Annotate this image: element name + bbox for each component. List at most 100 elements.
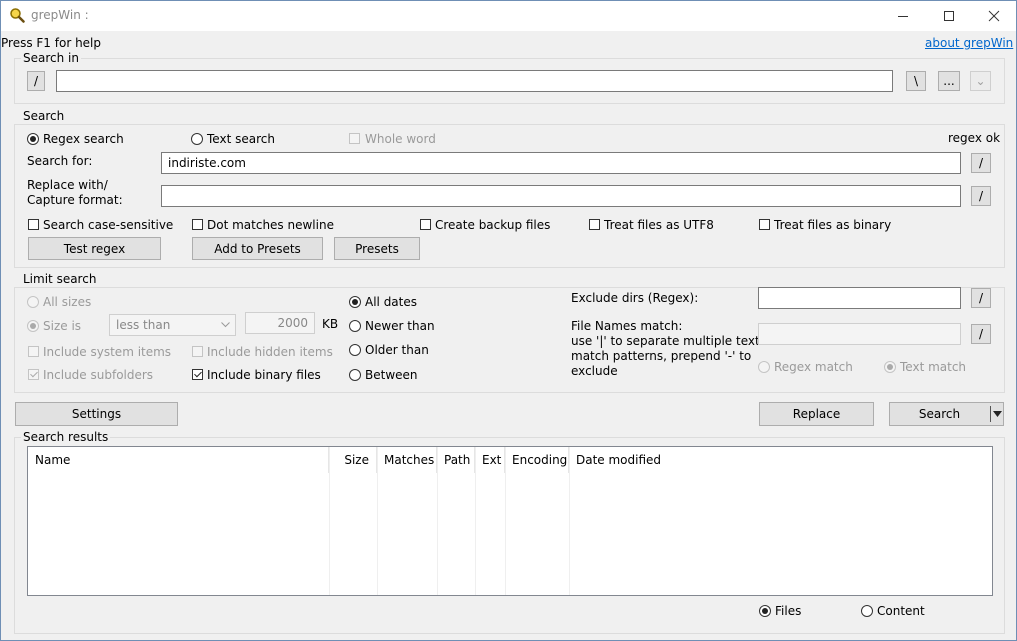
- older-than-radio[interactable]: [349, 344, 361, 356]
- column-header-encoding[interactable]: Encoding: [505, 447, 569, 473]
- exclude-dirs-slash-button[interactable]: /: [971, 288, 991, 308]
- results-list[interactable]: Name Size Matches Path Ext Encoding Date…: [27, 446, 993, 596]
- binary-files-label: Include binary files: [207, 368, 321, 382]
- binary-label: Treat files as binary: [774, 218, 892, 232]
- limit-search-label: Limit search: [21, 272, 99, 286]
- presets-button[interactable]: Presets: [334, 237, 420, 260]
- whole-word-checkbox[interactable]: [349, 133, 360, 144]
- split-divider: [990, 406, 991, 422]
- column-divider: [505, 447, 506, 595]
- path-history-button[interactable]: ⌄: [970, 71, 991, 91]
- file-names-label-line3: match patterns, prepend '-' to: [571, 349, 752, 363]
- window-title: grepWin :: [31, 8, 89, 22]
- column-header-date-modified[interactable]: Date modified: [569, 447, 699, 473]
- replace-label-line2: Capture format:: [27, 193, 123, 207]
- results-header: Name Size Matches Path Ext Encoding Date…: [28, 447, 992, 473]
- column-divider: [437, 447, 438, 595]
- all-sizes-label: All sizes: [43, 295, 92, 309]
- between-radio[interactable]: [349, 369, 361, 381]
- search-button-label: Search: [918, 407, 961, 421]
- file-names-label-line4: exclude: [571, 364, 618, 378]
- regex-match-label: Regex match: [774, 360, 853, 374]
- search-label: Search: [21, 109, 67, 123]
- minimize-button[interactable]: [880, 1, 926, 31]
- maximize-button[interactable]: [926, 1, 972, 31]
- dot-newline-checkbox[interactable]: [192, 219, 203, 230]
- text-search-radio[interactable]: [191, 133, 203, 145]
- minimize-icon: [898, 16, 908, 17]
- file-names-label-line2: use '|' to separate multiple text: [571, 334, 760, 348]
- hidden-items-checkbox[interactable]: [192, 346, 203, 357]
- column-header-size[interactable]: Size: [329, 447, 377, 473]
- size-value-input[interactable]: 2000: [245, 312, 315, 334]
- test-regex-button[interactable]: Test regex: [28, 237, 161, 260]
- utf8-checkbox[interactable]: [589, 219, 600, 230]
- settings-button[interactable]: Settings: [15, 402, 178, 426]
- regex-search-radio[interactable]: [27, 133, 39, 145]
- hidden-items-label: Include hidden items: [207, 345, 333, 359]
- column-header-path[interactable]: Path: [437, 447, 475, 473]
- backup-checkbox[interactable]: [420, 219, 431, 230]
- system-items-checkbox[interactable]: [28, 346, 39, 357]
- newer-than-label: Newer than: [365, 319, 435, 333]
- backslash-button[interactable]: \: [906, 71, 926, 91]
- search-for-slash-button[interactable]: /: [971, 153, 991, 173]
- size-compare-select[interactable]: less than: [109, 314, 236, 336]
- exclude-dirs-label: Exclude dirs (Regex):: [571, 291, 699, 305]
- column-header-name[interactable]: Name: [28, 447, 329, 473]
- column-divider: [475, 447, 476, 595]
- maximize-icon: [944, 11, 954, 21]
- file-names-input[interactable]: [758, 323, 961, 345]
- column-divider: [569, 447, 570, 595]
- subfolders-label: Include subfolders: [43, 368, 154, 382]
- text-search-label: Text search: [207, 132, 275, 146]
- search-for-label: Search for:: [27, 154, 93, 168]
- search-for-input[interactable]: indiriste.com: [161, 152, 961, 174]
- column-header-matches[interactable]: Matches: [377, 447, 437, 473]
- search-in-label: Search in: [21, 51, 81, 65]
- text-match-label: Text match: [900, 360, 967, 374]
- column-header-ext[interactable]: Ext: [475, 447, 505, 473]
- files-radio[interactable]: [759, 605, 771, 617]
- subfolders-checkbox[interactable]: [28, 369, 39, 380]
- exclude-dirs-input[interactable]: [758, 287, 961, 309]
- regex-match-radio[interactable]: [758, 361, 770, 373]
- about-link[interactable]: about grepWin: [925, 36, 1013, 50]
- regex-status: regex ok: [948, 131, 1001, 145]
- size-is-radio[interactable]: [27, 320, 39, 332]
- search-path-input[interactable]: [56, 70, 893, 92]
- close-button[interactable]: [971, 1, 1016, 31]
- add-to-presets-button[interactable]: Add to Presets: [192, 237, 323, 260]
- all-dates-radio[interactable]: [349, 296, 361, 308]
- replace-label-line1: Replace with/: [27, 178, 108, 192]
- all-dates-label: All dates: [365, 295, 418, 309]
- files-label: Files: [775, 604, 802, 618]
- file-names-slash-button[interactable]: /: [971, 324, 991, 344]
- newer-than-radio[interactable]: [349, 320, 361, 332]
- content-radio[interactable]: [861, 605, 873, 617]
- magnifier-icon: [9, 7, 25, 23]
- case-sensitive-checkbox[interactable]: [28, 219, 39, 230]
- binary-checkbox[interactable]: [759, 219, 770, 230]
- search-button[interactable]: Search: [889, 402, 1004, 426]
- binary-files-checkbox[interactable]: [192, 369, 203, 380]
- whole-word-label: Whole word: [365, 132, 436, 146]
- size-unit-label: KB: [322, 317, 339, 331]
- all-sizes-radio[interactable]: [27, 296, 39, 308]
- between-label: Between: [365, 368, 418, 382]
- browse-button[interactable]: ...: [938, 71, 960, 91]
- regex-search-label: Regex search: [43, 132, 124, 146]
- main-window: grepWin : Press F1 for help about grepWi…: [0, 0, 1017, 641]
- chevron-down-icon: [221, 322, 230, 328]
- dot-newline-label: Dot matches newline: [207, 218, 334, 232]
- content-label: Content: [877, 604, 925, 618]
- search-results-label: Search results: [21, 430, 111, 444]
- search-in-slash-button[interactable]: /: [27, 71, 45, 91]
- column-divider: [377, 447, 378, 595]
- text-match-radio[interactable]: [884, 361, 896, 373]
- chevron-down-icon[interactable]: [993, 411, 1002, 417]
- replace-input[interactable]: [161, 185, 961, 207]
- replace-button[interactable]: Replace: [759, 402, 874, 426]
- replace-slash-button[interactable]: /: [971, 186, 991, 206]
- size-is-label: Size is: [43, 319, 82, 333]
